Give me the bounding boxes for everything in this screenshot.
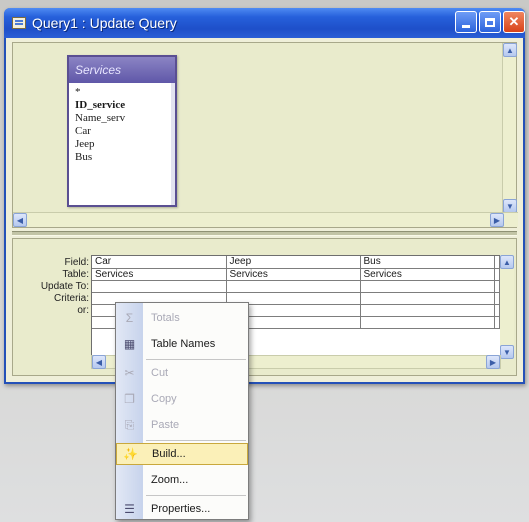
design-grid-pane: Field: Table: Update To: Criteria: or: C…	[12, 238, 517, 376]
menu-item-label: Copy	[151, 393, 177, 405]
row-label-field: Field:	[64, 257, 89, 268]
row-label-table: Table:	[62, 269, 89, 280]
close-icon: ✕	[508, 14, 520, 29]
field-item-id-service[interactable]: ID_service	[75, 99, 169, 112]
scroll-right-icon[interactable]: ▶	[486, 355, 500, 369]
row-label-update-to: Update To:	[40, 281, 89, 292]
window-controls: ✕	[455, 11, 525, 33]
grid-cell-update-bus[interactable]	[360, 280, 495, 293]
menu-item-cut[interactable]: ✂ Cut	[116, 362, 248, 384]
zoom-icon	[116, 469, 143, 491]
field-list-scrollbar[interactable]	[171, 83, 175, 205]
scroll-up-icon[interactable]: ▲	[500, 255, 514, 269]
copy-icon: ❐	[124, 392, 135, 406]
grid-cell-or-empty[interactable]	[494, 304, 500, 317]
grid-cell-field-bus[interactable]: Bus	[360, 256, 495, 269]
query-icon	[12, 17, 26, 29]
grid-cell-criteria-bus[interactable]	[360, 292, 495, 305]
grid-cell-table-empty[interactable]	[494, 268, 500, 281]
menu-item-properties[interactable]: ☰ Properties...	[116, 498, 248, 520]
menu-separator	[146, 359, 246, 360]
grid-cell-or-bus[interactable]	[360, 304, 495, 317]
field-item-bus[interactable]: Bus	[75, 151, 169, 164]
grid-cell-update-jeep[interactable]	[226, 280, 361, 293]
grid-cell-field-car[interactable]: Car	[92, 256, 227, 269]
grid-cell-field-empty[interactable]	[494, 256, 500, 269]
grid-cell-update-empty[interactable]	[494, 280, 500, 293]
minimize-icon	[462, 24, 470, 28]
scroll-left-icon[interactable]: ◀	[13, 213, 27, 227]
grid-cell-update-car[interactable]	[92, 280, 227, 293]
scroll-down-icon[interactable]: ▼	[503, 199, 517, 213]
close-button[interactable]: ✕	[503, 11, 525, 33]
grid-cell-table-jeep[interactable]: Services	[226, 268, 361, 281]
menu-item-label: Table Names	[151, 338, 216, 350]
query-window: Query1 : Update Query ✕ Services * ID_se…	[4, 8, 525, 384]
field-item-name-serv[interactable]: Name_serv	[75, 112, 169, 125]
minimize-button[interactable]	[455, 11, 477, 33]
field-item-jeep[interactable]: Jeep	[75, 138, 169, 151]
menu-separator	[146, 495, 246, 496]
scroll-down-icon[interactable]: ▼	[500, 345, 514, 359]
grid-cell-blank[interactable]	[494, 316, 500, 329]
grid-cell-table-car[interactable]: Services	[92, 268, 227, 281]
menu-item-label: Paste	[151, 419, 180, 431]
menu-separator	[146, 440, 246, 441]
menu-item-label: Build...	[152, 448, 186, 460]
services-field-list[interactable]: Services * ID_service Name_serv Car Jeep…	[67, 55, 177, 207]
field-list-title[interactable]: Services	[69, 57, 175, 83]
menu-item-table-names[interactable]: ▦ Table Names	[116, 333, 248, 355]
field-item-car[interactable]: Car	[75, 125, 169, 138]
grid-cell-blank[interactable]	[360, 316, 495, 329]
grid-row-labels: Field: Table: Update To: Criteria: or:	[17, 257, 89, 317]
scroll-up-icon[interactable]: ▲	[503, 43, 517, 57]
menu-item-totals[interactable]: Σ Totals	[116, 307, 248, 329]
menu-item-paste[interactable]: ⎘ Paste	[116, 414, 248, 436]
menu-item-copy[interactable]: ❐ Copy	[116, 388, 248, 410]
window-title: Query1 : Update Query	[32, 15, 177, 31]
table-names-icon: ▦	[123, 337, 136, 351]
maximize-icon	[485, 17, 495, 27]
scroll-right-icon[interactable]: ▶	[490, 213, 504, 227]
context-menu: Σ Totals ▦ Table Names ✂ Cut ❐ Copy ⎘ Pa…	[115, 302, 249, 520]
row-label-or: or:	[77, 305, 89, 316]
maximize-button[interactable]	[479, 11, 501, 33]
grid-cell-table-bus[interactable]: Services	[360, 268, 495, 281]
title-bar[interactable]: Query1 : Update Query ✕	[4, 8, 525, 38]
properties-icon: ☰	[124, 502, 135, 516]
menu-item-zoom[interactable]: Zoom...	[116, 469, 248, 491]
table-pane-vertical-scrollbar[interactable]: ▲ ▼	[502, 43, 517, 213]
grid-cell-criteria-empty[interactable]	[494, 292, 500, 305]
table-pane-horizontal-scrollbar[interactable]: ◀ ▶	[13, 212, 518, 227]
scroll-left-icon[interactable]: ◀	[92, 355, 106, 369]
grid-vertical-scrollbar[interactable]: ▲ ▼	[500, 255, 514, 359]
field-item-all[interactable]: *	[75, 86, 169, 99]
row-label-criteria: Criteria:	[53, 293, 89, 304]
field-list-items: * ID_service Name_serv Car Jeep Bus	[69, 83, 175, 167]
build-wand-icon: ✨	[123, 447, 138, 461]
menu-item-label: Zoom...	[151, 474, 189, 486]
table-pane[interactable]: Services * ID_service Name_serv Car Jeep…	[12, 42, 518, 228]
menu-item-label: Properties...	[151, 503, 211, 515]
sigma-icon: Σ	[125, 311, 134, 325]
pane-splitter[interactable]	[12, 231, 517, 236]
menu-item-label: Totals	[151, 312, 180, 324]
grid-cell-field-jeep[interactable]: Jeep	[226, 256, 361, 269]
scissors-icon: ✂	[124, 366, 135, 380]
paste-icon: ⎘	[124, 417, 135, 432]
menu-item-label: Cut	[151, 367, 169, 379]
menu-item-build[interactable]: ✨ Build...	[116, 443, 248, 465]
